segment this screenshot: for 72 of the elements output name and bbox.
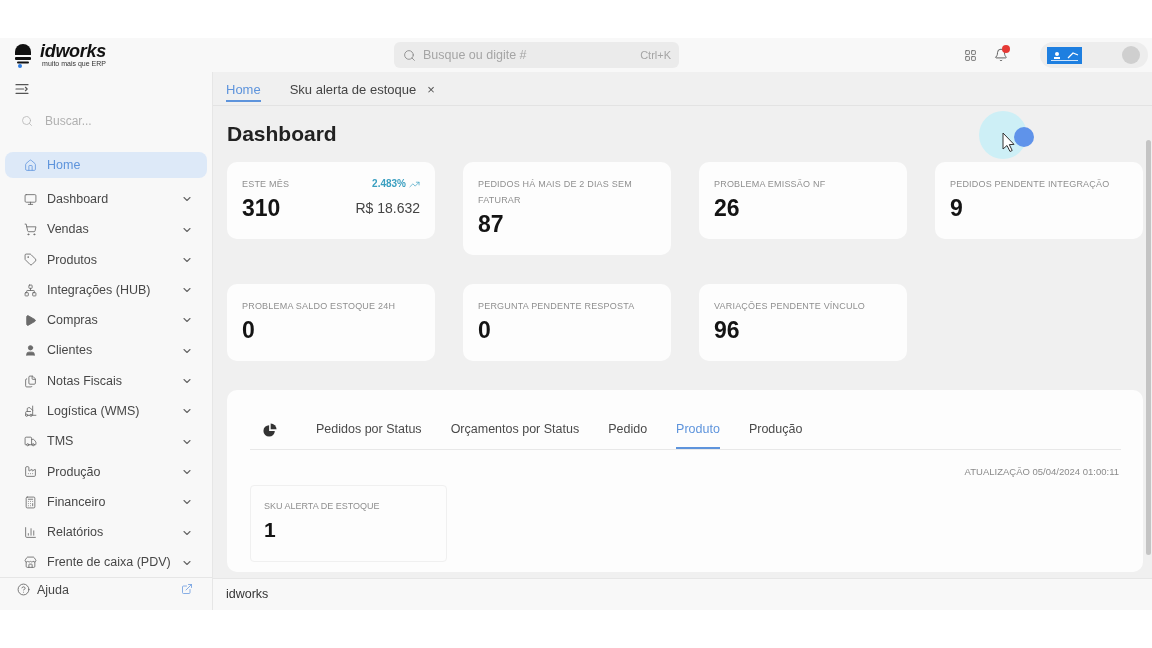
sidebar-item[interactable]: Vendas (5, 216, 207, 243)
panel-tab[interactable]: Pedidos por Status (316, 412, 422, 449)
stat-label: PEDIDOS PENDENTE INTEGRAÇÃO (950, 178, 1110, 191)
bell-icon[interactable] (993, 47, 1009, 63)
tag-icon (24, 253, 37, 267)
stat-value: 26 (714, 195, 740, 221)
close-button[interactable]: × (427, 80, 435, 100)
grid-icon[interactable] (964, 48, 977, 62)
shortcut-label: Ctrl+K (640, 47, 671, 63)
stat-label: ESTE MÊS (242, 178, 290, 191)
factory-icon (24, 465, 37, 479)
panel-tab[interactable]: Produção (748, 412, 803, 449)
stat-label: VARIAÇÕES PENDENTE VÍNCULO (714, 300, 866, 313)
panel-tab[interactable]: Orçamentos por Status (450, 412, 580, 449)
pie-chart-icon (263, 422, 277, 437)
amount-value: R$ 18.632 (355, 199, 420, 218)
sidebar-item[interactable]: Produtos (5, 246, 207, 273)
update-timestamp: ATUALIZAÇÃO 05/04/2024 01:00:11 (964, 466, 1119, 478)
sidebar-item[interactable]: Notas Fiscais (5, 368, 207, 395)
house-icon (24, 158, 37, 172)
calculator-icon (24, 495, 37, 509)
page-title: Dashboard (227, 121, 337, 147)
sidebar-item[interactable]: Dashboard (5, 186, 207, 213)
sidebar-item[interactable]: Relatórios (5, 519, 207, 546)
sidebar-item[interactable]: Logística (WMS) (5, 398, 207, 425)
menu-icon[interactable] (15, 83, 29, 95)
sidebar-item[interactable]: Clientes (5, 337, 207, 364)
stat-value: 87 (478, 211, 504, 237)
cart-icon (24, 223, 37, 237)
search-field[interactable]: Buscar... (45, 112, 202, 130)
files-icon (24, 374, 37, 388)
footer-text: idworks (226, 586, 269, 604)
stat-value: 9 (950, 195, 963, 221)
stat-label: PERGUNTA PENDENTE RESPOSTA (478, 300, 635, 313)
forklift-icon (24, 404, 37, 418)
sidebar-item[interactable]: Produção (5, 458, 207, 485)
help-link[interactable]: Ajuda (37, 583, 69, 597)
user-icon (24, 344, 37, 358)
logo-text: idworks (40, 42, 106, 60)
logo-icon (12, 42, 34, 68)
bar-chart-icon (24, 526, 37, 540)
stat-value: 0 (478, 317, 491, 343)
stat-label: PEDIDOS HÁ MAIS DE 2 DIAS SEM FATURAR (478, 178, 633, 207)
search-input[interactable]: Busque ou digite # (423, 45, 641, 65)
external-link-icon[interactable] (181, 583, 193, 595)
sidebar-item[interactable]: Financeiro (5, 489, 207, 516)
monitor-icon (24, 192, 37, 206)
scrollbar[interactable] (1146, 140, 1151, 555)
change-percentage: 2.483% (372, 177, 406, 191)
tab[interactable]: Sku alerta de estoque (289, 72, 417, 102)
panel-tab[interactable]: Pedido (608, 412, 648, 449)
stat-value: 96 (714, 317, 740, 343)
sidebar-item[interactable]: Frente de caixa (PDV) (5, 549, 207, 576)
store-icon (24, 556, 37, 570)
sidebar-item[interactable]: Compras (5, 307, 207, 334)
account-pill[interactable] (1040, 42, 1148, 68)
sidebar-item[interactable]: TMS (5, 428, 207, 455)
stat-value: 310 (242, 195, 281, 221)
sidebar-item[interactable]: Integrações (HUB) (5, 277, 207, 304)
search-icon (21, 115, 33, 127)
help-icon (17, 583, 30, 596)
cursor-icon (979, 111, 1035, 159)
search-icon (403, 48, 416, 62)
stat-value: 0 (242, 317, 255, 343)
stat-label: PROBLEMA EMISSÃO NF (714, 178, 826, 191)
play-icon (24, 314, 37, 327)
logo-icon (1047, 46, 1082, 64)
stat-value: 1 (264, 518, 277, 542)
network-icon (24, 283, 37, 297)
truck-icon (24, 435, 37, 449)
stat-label: PROBLEMA SALDO ESTOQUE 24H (242, 300, 396, 313)
stat-label: SKU ALERTA DE ESTOQUE (264, 500, 381, 512)
